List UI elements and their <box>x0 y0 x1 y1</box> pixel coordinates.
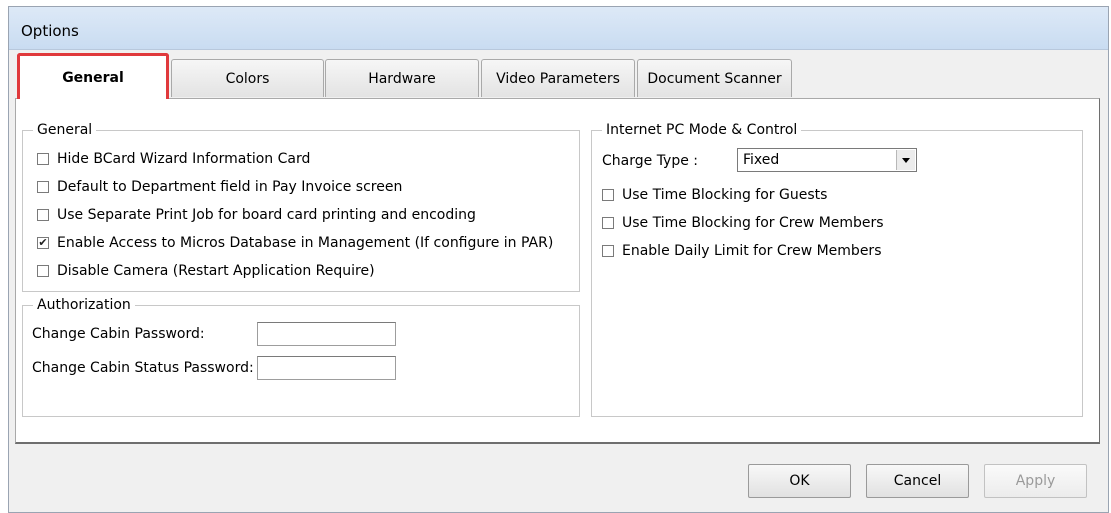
cancel-button[interactable]: Cancel <box>866 464 969 498</box>
hide-bcard-wizard-option[interactable]: Hide BCard Wizard Information Card <box>37 151 310 167</box>
check-mark-icon: ✔ <box>38 236 48 249</box>
default-department-checkbox[interactable] <box>37 181 49 193</box>
separate-print-job-checkbox[interactable] <box>37 209 49 221</box>
time-blocking-guests-checkbox[interactable] <box>602 189 614 201</box>
change-cabin-password-label: Change Cabin Password: <box>32 326 205 342</box>
options-dialog: Options General Colors Hardware Video Pa… <box>8 6 1109 513</box>
window-title: Options <box>21 22 79 40</box>
separate-print-job-label: Use Separate Print Job for board card pr… <box>57 207 476 223</box>
change-cabin-password-field[interactable] <box>257 322 396 346</box>
internet-pc-group: Internet PC Mode & Control Charge Type :… <box>591 121 1083 417</box>
daily-limit-crew-checkbox[interactable] <box>602 245 614 257</box>
disable-camera-label: Disable Camera (Restart Application Requ… <box>57 263 375 279</box>
daily-limit-crew-option[interactable]: Enable Daily Limit for Crew Members <box>602 243 882 259</box>
disable-camera-option[interactable]: Disable Camera (Restart Application Requ… <box>37 263 375 279</box>
time-blocking-guests-option[interactable]: Use Time Blocking for Guests <box>602 187 827 203</box>
micros-database-access-checkbox[interactable]: ✔ <box>37 237 49 249</box>
general-group-title: General <box>33 121 97 139</box>
disable-camera-checkbox[interactable] <box>37 265 49 277</box>
general-group: General Hide BCard Wizard Information Ca… <box>22 121 580 292</box>
charge-type-label: Charge Type : <box>602 153 699 169</box>
default-department-option[interactable]: Default to Department field in Pay Invoi… <box>37 179 402 195</box>
internet-pc-group-title: Internet PC Mode & Control <box>602 121 802 139</box>
dropdown-arrow-button[interactable] <box>896 150 915 170</box>
change-cabin-status-password-field[interactable] <box>257 356 396 380</box>
title-bar: Options <box>9 7 1108 50</box>
general-tab-panel: General Hide BCard Wizard Information Ca… <box>15 98 1100 444</box>
time-blocking-crew-label: Use Time Blocking for Crew Members <box>622 215 884 231</box>
tab-video-parameters[interactable]: Video Parameters <box>481 59 635 97</box>
change-cabin-status-password-label: Change Cabin Status Password: <box>32 360 254 376</box>
tab-strip: General Colors Hardware Video Parameters… <box>9 51 1108 99</box>
time-blocking-guests-label: Use Time Blocking for Guests <box>622 187 828 203</box>
default-department-label: Default to Department field in Pay Invoi… <box>57 179 403 195</box>
time-blocking-crew-checkbox[interactable] <box>602 217 614 229</box>
micros-database-access-option[interactable]: ✔ Enable Access to Micros Database in Ma… <box>37 235 553 251</box>
chevron-down-icon <box>902 157 910 163</box>
tab-general[interactable]: General <box>17 53 169 99</box>
daily-limit-crew-label: Enable Daily Limit for Crew Members <box>622 243 882 259</box>
time-blocking-crew-option[interactable]: Use Time Blocking for Crew Members <box>602 215 884 231</box>
authorization-group-title: Authorization <box>33 296 135 314</box>
hide-bcard-wizard-checkbox[interactable] <box>37 153 49 165</box>
authorization-group: Authorization Change Cabin Password: Cha… <box>22 296 580 417</box>
micros-database-access-label: Enable Access to Micros Database in Mana… <box>57 235 554 251</box>
charge-type-value: Fixed <box>743 152 780 168</box>
tab-document-scanner[interactable]: Document Scanner <box>637 59 792 97</box>
apply-button[interactable]: Apply <box>984 464 1087 498</box>
separate-print-job-option[interactable]: Use Separate Print Job for board card pr… <box>37 207 476 223</box>
ok-button[interactable]: OK <box>748 464 851 498</box>
charge-type-select[interactable]: Fixed <box>737 148 917 172</box>
tab-hardware[interactable]: Hardware <box>325 59 479 97</box>
hide-bcard-wizard-label: Hide BCard Wizard Information Card <box>57 151 311 167</box>
tab-colors[interactable]: Colors <box>171 59 324 97</box>
